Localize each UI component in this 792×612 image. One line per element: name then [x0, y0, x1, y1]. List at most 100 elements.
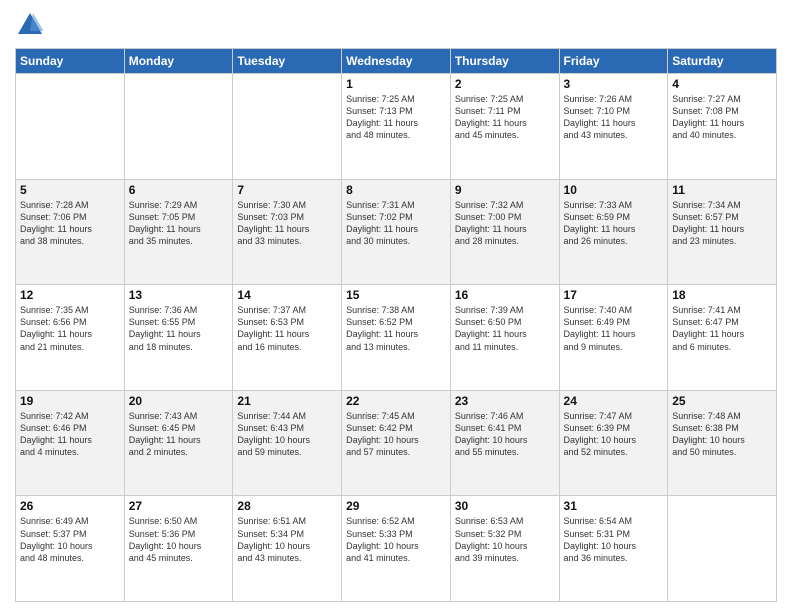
day-info: Sunrise: 6:52 AM Sunset: 5:33 PM Dayligh… [346, 515, 446, 564]
day-number: 13 [129, 288, 229, 302]
week-row-1: 5Sunrise: 7:28 AM Sunset: 7:06 PM Daylig… [16, 179, 777, 285]
day-number: 1 [346, 77, 446, 91]
day-number: 21 [237, 394, 337, 408]
day-number: 17 [564, 288, 664, 302]
calendar-header: SundayMondayTuesdayWednesdayThursdayFrid… [16, 49, 777, 74]
day-number: 26 [20, 499, 120, 513]
calendar-cell: 11 Sunrise: 7:34 AM Sunset: 6:57 PM Dayli… [668, 179, 777, 285]
header-day-friday: Friday [559, 49, 668, 74]
day-info: Sunrise: 7:25 AM Sunset: 7:11 PM Dayligh… [455, 93, 555, 142]
calendar-cell: 21Sunrise: 7:44 AM Sunset: 6:43 PM Dayli… [233, 390, 342, 496]
calendar-cell: 18 Sunrise: 7:41 AM Sunset: 6:47 PM Dayli… [668, 285, 777, 391]
day-info: Sunrise: 7:32 AM Sunset: 7:00 PM Dayligh… [455, 199, 555, 248]
day-info: Sunrise: 7:27 AM Sunset: 7:08 PM Dayligh… [672, 93, 772, 142]
day-number: 15 [346, 288, 446, 302]
day-number: 25 [672, 394, 772, 408]
day-number: 31 [564, 499, 664, 513]
calendar-cell: 30Sunrise: 6:53 AM Sunset: 5:32 PM Dayli… [450, 496, 559, 602]
header-day-sunday: Sunday [16, 49, 125, 74]
calendar-cell: 19Sunrise: 7:42 AM Sunset: 6:46 PM Dayli… [16, 390, 125, 496]
day-number: 23 [455, 394, 555, 408]
calendar-cell: 17 Sunrise: 7:40 AM Sunset: 6:49 PM Dayli… [559, 285, 668, 391]
header-day-wednesday: Wednesday [342, 49, 451, 74]
week-row-2: 12Sunrise: 7:35 AM Sunset: 6:56 PM Dayli… [16, 285, 777, 391]
calendar-cell: 25 Sunrise: 7:48 AM Sunset: 6:38 PM Dayli… [668, 390, 777, 496]
logo [15, 10, 49, 40]
calendar-cell: 2 Sunrise: 7:25 AM Sunset: 7:11 PM Daylig… [450, 74, 559, 180]
day-info: Sunrise: 7:38 AM Sunset: 6:52 PM Dayligh… [346, 304, 446, 353]
calendar-cell [233, 74, 342, 180]
calendar-cell: 15 Sunrise: 7:38 AM Sunset: 6:52 PM Dayli… [342, 285, 451, 391]
day-info: Sunrise: 6:50 AM Sunset: 5:36 PM Dayligh… [129, 515, 229, 564]
day-info: Sunrise: 7:43 AM Sunset: 6:45 PM Dayligh… [129, 410, 229, 459]
calendar-cell: 22 Sunrise: 7:45 AM Sunset: 6:42 PM Dayli… [342, 390, 451, 496]
day-number: 30 [455, 499, 555, 513]
calendar-cell: 12Sunrise: 7:35 AM Sunset: 6:56 PM Dayli… [16, 285, 125, 391]
calendar-cell: 7 Sunrise: 7:30 AM Sunset: 7:03 PM Daylig… [233, 179, 342, 285]
calendar-cell: 16 Sunrise: 7:39 AM Sunset: 6:50 PM Dayli… [450, 285, 559, 391]
page: SundayMondayTuesdayWednesdayThursdayFrid… [0, 0, 792, 612]
week-row-3: 19Sunrise: 7:42 AM Sunset: 6:46 PM Dayli… [16, 390, 777, 496]
calendar-cell: 3 Sunrise: 7:26 AM Sunset: 7:10 PM Daylig… [559, 74, 668, 180]
calendar-cell: 27 Sunrise: 6:50 AM Sunset: 5:36 PM Dayli… [124, 496, 233, 602]
day-number: 3 [564, 77, 664, 91]
calendar-cell [16, 74, 125, 180]
day-number: 8 [346, 183, 446, 197]
calendar-cell: 14 Sunrise: 7:37 AM Sunset: 6:53 PM Dayli… [233, 285, 342, 391]
header-day-saturday: Saturday [668, 49, 777, 74]
day-info: Sunrise: 7:25 AM Sunset: 7:13 PM Dayligh… [346, 93, 446, 142]
day-info: Sunrise: 7:42 AM Sunset: 6:46 PM Dayligh… [20, 410, 120, 459]
day-number: 18 [672, 288, 772, 302]
calendar-cell: 13 Sunrise: 7:36 AM Sunset: 6:55 PM Dayli… [124, 285, 233, 391]
day-number: 10 [564, 183, 664, 197]
day-info: Sunrise: 7:40 AM Sunset: 6:49 PM Dayligh… [564, 304, 664, 353]
calendar-cell [124, 74, 233, 180]
day-info: Sunrise: 7:45 AM Sunset: 6:42 PM Dayligh… [346, 410, 446, 459]
day-info: Sunrise: 7:39 AM Sunset: 6:50 PM Dayligh… [455, 304, 555, 353]
day-info: Sunrise: 7:30 AM Sunset: 7:03 PM Dayligh… [237, 199, 337, 248]
header-day-thursday: Thursday [450, 49, 559, 74]
day-info: Sunrise: 7:36 AM Sunset: 6:55 PM Dayligh… [129, 304, 229, 353]
calendar-cell [668, 496, 777, 602]
day-number: 27 [129, 499, 229, 513]
calendar-cell: 10Sunrise: 7:33 AM Sunset: 6:59 PM Dayli… [559, 179, 668, 285]
day-info: Sunrise: 7:46 AM Sunset: 6:41 PM Dayligh… [455, 410, 555, 459]
week-row-0: 1 Sunrise: 7:25 AM Sunset: 7:13 PM Daylig… [16, 74, 777, 180]
header-day-monday: Monday [124, 49, 233, 74]
day-info: Sunrise: 7:34 AM Sunset: 6:57 PM Dayligh… [672, 199, 772, 248]
day-number: 22 [346, 394, 446, 408]
day-info: Sunrise: 7:28 AM Sunset: 7:06 PM Dayligh… [20, 199, 120, 248]
day-info: Sunrise: 6:49 AM Sunset: 5:37 PM Dayligh… [20, 515, 120, 564]
day-info: Sunrise: 7:47 AM Sunset: 6:39 PM Dayligh… [564, 410, 664, 459]
calendar-cell: 6Sunrise: 7:29 AM Sunset: 7:05 PM Daylig… [124, 179, 233, 285]
day-number: 16 [455, 288, 555, 302]
calendar-body: 1 Sunrise: 7:25 AM Sunset: 7:13 PM Daylig… [16, 74, 777, 602]
header-row: SundayMondayTuesdayWednesdayThursdayFrid… [16, 49, 777, 74]
calendar-cell: 26 Sunrise: 6:49 AM Sunset: 5:37 PM Dayli… [16, 496, 125, 602]
day-info: Sunrise: 7:31 AM Sunset: 7:02 PM Dayligh… [346, 199, 446, 248]
week-row-4: 26 Sunrise: 6:49 AM Sunset: 5:37 PM Dayli… [16, 496, 777, 602]
calendar-cell: 9 Sunrise: 7:32 AM Sunset: 7:00 PM Daylig… [450, 179, 559, 285]
day-number: 6 [129, 183, 229, 197]
calendar-cell: 24 Sunrise: 7:47 AM Sunset: 6:39 PM Dayli… [559, 390, 668, 496]
calendar-cell: 29Sunrise: 6:52 AM Sunset: 5:33 PM Dayli… [342, 496, 451, 602]
day-info: Sunrise: 7:26 AM Sunset: 7:10 PM Dayligh… [564, 93, 664, 142]
day-number: 20 [129, 394, 229, 408]
day-info: Sunrise: 7:37 AM Sunset: 6:53 PM Dayligh… [237, 304, 337, 353]
day-number: 14 [237, 288, 337, 302]
calendar-cell: 5Sunrise: 7:28 AM Sunset: 7:06 PM Daylig… [16, 179, 125, 285]
day-number: 24 [564, 394, 664, 408]
day-number: 2 [455, 77, 555, 91]
day-info: Sunrise: 6:54 AM Sunset: 5:31 PM Dayligh… [564, 515, 664, 564]
calendar-cell: 4Sunrise: 7:27 AM Sunset: 7:08 PM Daylig… [668, 74, 777, 180]
header [15, 10, 777, 40]
calendar-cell: 31 Sunrise: 6:54 AM Sunset: 5:31 PM Dayli… [559, 496, 668, 602]
day-info: Sunrise: 7:41 AM Sunset: 6:47 PM Dayligh… [672, 304, 772, 353]
calendar-cell: 8 Sunrise: 7:31 AM Sunset: 7:02 PM Daylig… [342, 179, 451, 285]
day-number: 9 [455, 183, 555, 197]
day-number: 12 [20, 288, 120, 302]
day-number: 11 [672, 183, 772, 197]
logo-icon [15, 10, 45, 40]
day-number: 7 [237, 183, 337, 197]
day-info: Sunrise: 7:48 AM Sunset: 6:38 PM Dayligh… [672, 410, 772, 459]
